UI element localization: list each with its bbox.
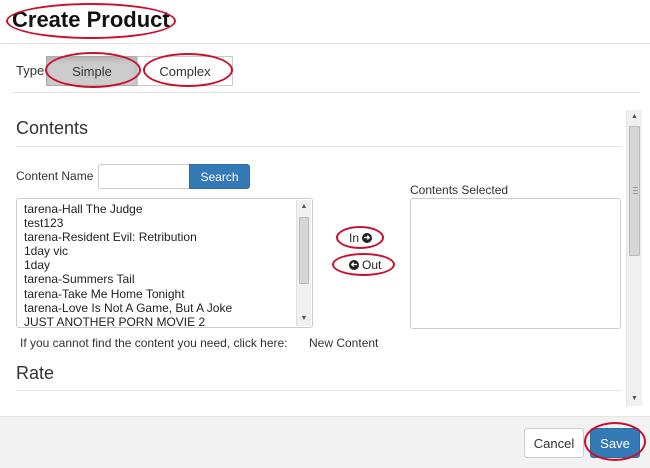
list-item[interactable]: 1day — [24, 258, 294, 272]
scroll-down-icon[interactable]: ▼ — [627, 392, 642, 406]
type-complex-button[interactable]: Complex — [137, 56, 233, 86]
modal-body: Contents Content Name Search tarena-Hall… — [0, 110, 626, 406]
content-list-items: tarena-Hall The Judge test123 tarena-Resid… — [24, 202, 294, 327]
content-list-scrollbar[interactable]: ▲ ▼ — [296, 200, 311, 326]
cancel-button[interactable]: Cancel — [524, 428, 584, 458]
modal-scrollbar[interactable]: ▲ ▼ — [626, 110, 642, 406]
hint-text: If you cannot find the content you need,… — [20, 336, 288, 350]
list-item[interactable]: tarena-Love Is Not A Game, But A Joke — [24, 301, 294, 315]
contents-rule — [16, 146, 622, 147]
new-content-link[interactable]: New Content — [309, 336, 378, 350]
contents-selected-list[interactable] — [410, 198, 621, 329]
in-button-label: In — [349, 231, 360, 245]
search-button[interactable]: Search — [189, 164, 250, 189]
scroll-up-icon[interactable]: ▲ — [627, 110, 642, 124]
scroll-up-icon[interactable]: ▲ — [297, 200, 311, 214]
list-item[interactable]: 1day vic — [24, 244, 294, 258]
scroll-thumb[interactable] — [299, 217, 309, 284]
list-item[interactable]: tarena-Take Me Home Tonight — [24, 287, 294, 301]
contents-heading: Contents — [16, 118, 89, 138]
content-name-label: Content Name — [16, 169, 94, 183]
rate-rule — [16, 390, 622, 391]
content-name-input[interactable] — [98, 164, 190, 189]
modal-footer: Cancel Save — [0, 416, 650, 468]
out-button-label: Out — [362, 258, 382, 272]
rate-heading: Rate — [16, 363, 55, 383]
list-item[interactable]: tarena-Summers Tail — [24, 272, 294, 286]
type-simple-button[interactable]: Simple — [46, 56, 138, 86]
in-button[interactable]: In ➜ — [349, 231, 373, 245]
circle-arrow-left-icon: ➜ — [349, 260, 359, 270]
divider — [12, 92, 640, 93]
list-item[interactable]: JUST ANOTHER PORN MOVIE 2 — [24, 315, 294, 327]
type-label: Type — [16, 63, 45, 78]
out-button[interactable]: ➜ Out — [349, 258, 381, 272]
list-item[interactable]: tarena-Resident Evil: Retribution — [24, 230, 294, 244]
type-selector: Type Simple Complex — [0, 44, 650, 92]
circle-arrow-right-icon: ➜ — [362, 233, 373, 243]
content-list[interactable]: tarena-Hall The Judge test123 tarena-Resid… — [16, 198, 313, 328]
modal-header: Create Product — [0, 0, 650, 44]
save-button[interactable]: Save — [590, 428, 640, 458]
list-item[interactable]: test123 — [24, 216, 294, 230]
scroll-down-icon[interactable]: ▼ — [297, 312, 311, 326]
contents-selected-label: Contents Selected — [410, 183, 509, 197]
list-item[interactable]: tarena-Hall The Judge — [24, 202, 294, 216]
scroll-thumb[interactable] — [629, 126, 640, 256]
page-title: Create Product — [12, 7, 170, 32]
